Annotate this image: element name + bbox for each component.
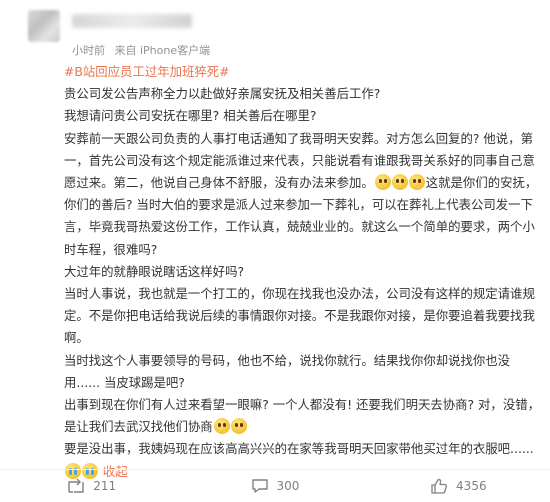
- post-meta: 小时前 来自 iPhone客户端: [72, 42, 216, 58]
- action-bar: 211 300 4356: [0, 470, 550, 502]
- like-icon: [431, 478, 448, 494]
- smile-face-icon: [391, 174, 408, 191]
- post-body: #B站回应员工过年加班猝死# 贵公司发公告声称全力以赴做好亲属安抚及相关善后工作…: [64, 61, 540, 483]
- post-text: 出事到现在你们有人过来看望一眼嘛? 一个人都没有! 还要我们明天去协商? 对，没…: [64, 397, 540, 435]
- post-paragraph: 要是没出事，我姨妈现在应该高高兴兴的在家等我哥明天回家带他买过年的衣服吧....…: [64, 441, 534, 457]
- hashtag-link[interactable]: #B站回应员工过年加班猝死#: [64, 61, 540, 83]
- emoji-group: [374, 174, 425, 191]
- post-paragraph: 当时人事说，我也就是一个打工的，你现在找我也没办法，公司没有这样的规定请谁规定。…: [64, 286, 535, 346]
- repost-button[interactable]: 211: [0, 470, 183, 502]
- post-source[interactable]: 来自 iPhone客户端: [115, 44, 211, 57]
- smile-face-icon: [213, 418, 230, 435]
- post-paragraph: 大过年的就静眼说瞎话这样好吗?: [64, 263, 245, 279]
- post-paragraph: 当时找这个人事要领导的号码，他也不给，说找你就行。结果找你你却说找你也没用...…: [64, 352, 511, 390]
- post-paragraph: 我想请问贵公司安抚在哪里? 相关善后在哪里?: [64, 108, 317, 124]
- smile-face-icon: [374, 174, 391, 191]
- comment-button[interactable]: 300: [183, 470, 366, 502]
- username-redacted[interactable]: [72, 14, 192, 28]
- post-paragraph: 贵公司发公告声称全力以赴做好亲属安抚及相关善后工作?: [64, 86, 381, 102]
- smile-face-icon: [230, 418, 247, 435]
- post-paragraph: 出事到现在你们有人过来看望一眼嘛? 一个人都没有! 还要我们明天去协商? 对，没…: [64, 394, 540, 438]
- repost-icon: [68, 478, 84, 493]
- post-paragraph: 安葬前一天跟公司负责的人事打电话通知了我哥明天安葬。对方怎么回复的? 他说，第一…: [64, 128, 540, 261]
- like-count: 4356: [456, 479, 487, 493]
- like-button[interactable]: 4356: [367, 470, 550, 502]
- smile-face-icon: [408, 174, 425, 191]
- comment-icon: [251, 479, 268, 493]
- comment-count: 300: [276, 479, 300, 493]
- post-header: 小时前 来自 iPhone客户端: [18, 8, 538, 60]
- avatar[interactable]: [28, 10, 60, 42]
- emoji-group: [213, 418, 247, 435]
- post-time: 小时前: [72, 44, 105, 57]
- repost-count: 211: [93, 479, 117, 493]
